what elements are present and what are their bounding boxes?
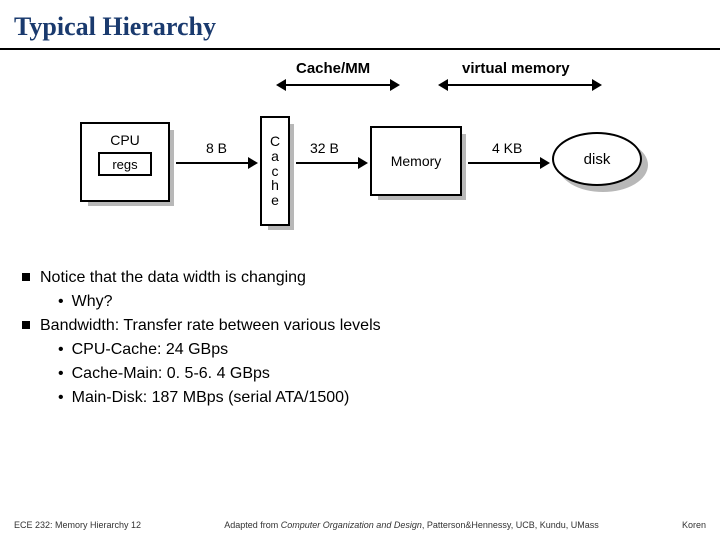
label-cache-mm: Cache/MM (296, 60, 370, 77)
cache-box: C a c h e (260, 116, 290, 226)
footer-right: Koren (682, 520, 706, 530)
cpu-box: CPU regs (80, 122, 170, 202)
top-label-row: Cache/MM virtual memory (0, 60, 720, 110)
link-cache-memory-label: 32 B (310, 140, 339, 156)
arrow-virtual-memory (440, 84, 600, 86)
bullet-cache-main: •Cache-Main: 0. 5-6. 4 GBps (58, 362, 720, 386)
title-rule (0, 48, 720, 50)
memory-label: Memory (391, 153, 442, 169)
link-cpu-cache-label: 8 B (206, 140, 227, 156)
memory-box: Memory (370, 126, 462, 196)
page-title: Typical Hierarchy (0, 0, 720, 48)
bullet-why: •Why? (58, 290, 720, 314)
cache-label: C a c h e (270, 134, 280, 207)
footer: ECE 232: Memory Hierarchy 12 Adapted fro… (0, 520, 720, 530)
link-cpu-cache: 8 B (176, 162, 256, 164)
link-cache-memory: 32 B (296, 162, 366, 164)
cpu-label: CPU (82, 132, 168, 148)
regs-box: regs (98, 152, 152, 176)
link-memory-disk: 4 KB (468, 162, 548, 164)
bullet-bandwidth: Bandwidth: Transfer rate between various… (22, 314, 720, 338)
disk-box: disk (552, 132, 642, 186)
disk-label: disk (584, 151, 611, 168)
arrow-cache-mm (278, 84, 398, 86)
label-virtual-memory: virtual memory (462, 60, 570, 77)
bullet-list: Notice that the data width is changing •… (22, 266, 720, 410)
link-memory-disk-label: 4 KB (492, 140, 522, 156)
bullet-main-disk: •Main-Disk: 187 MBps (serial ATA/1500) (58, 386, 720, 410)
bullet-notice: Notice that the data width is changing (22, 266, 720, 290)
footer-left: ECE 232: Memory Hierarchy 12 (14, 520, 141, 530)
bullet-cpu-cache: •CPU-Cache: 24 GBps (58, 338, 720, 362)
footer-center: Adapted from Computer Organization and D… (141, 520, 682, 530)
hierarchy-diagram: CPU regs 8 B C a c h e 32 B Memory 4 KB … (0, 116, 720, 256)
